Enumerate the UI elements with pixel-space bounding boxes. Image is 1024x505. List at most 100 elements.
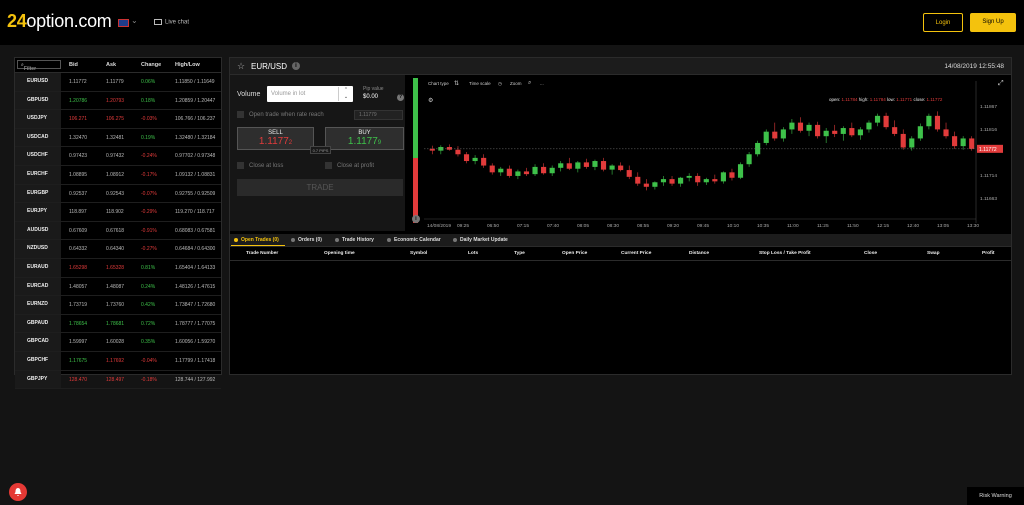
instrument-row[interactable]: GBPAUD 1.78654 1.78681 0.72% 1.78777 / 1.770… [15, 314, 221, 334]
login-button[interactable]: Login [923, 13, 963, 32]
instrument-row[interactable]: GBPJPY 128.470 128.497 -0.18% 128.744 / 127.… [15, 370, 221, 390]
candle-body [874, 115, 881, 123]
candle-body [626, 170, 632, 177]
x-tick-label: 07:15 [517, 223, 529, 229]
tab-open-trades[interactable]: Open Trades (0) [234, 237, 279, 243]
instrument-row[interactable]: USDJPY 106.271 106.275 -0.03% 106.766 / 106.… [15, 110, 221, 129]
instrument-row[interactable]: EURCAD 1.48057 1.48087 0.24% 1.48126 / 1.476… [15, 277, 221, 297]
price-chart[interactable]: Chart type ⇅ Time scale ◷ Zoom ⌕ ... ⚙ ⤢… [424, 75, 1009, 231]
instrument-ask: 1.60028 [106, 339, 125, 346]
col-lots[interactable]: Lots [468, 251, 478, 256]
instrument-row[interactable]: GBPUSD 1.20786 1.20793 0.18% 1.20859 / 1.204… [15, 91, 221, 111]
filter-input[interactable]: ⌕ Filter [17, 60, 61, 72]
instrument-row[interactable]: GBPCAD 1.59997 1.60028 0.35% 1.60056 / 1.592… [15, 333, 221, 352]
rate-input[interactable]: 1.11779 [354, 110, 403, 120]
buy-button[interactable]: BUY 1.11779 [325, 127, 404, 150]
candle-body [960, 138, 966, 147]
close-at-profit-label: Close at profit [337, 163, 375, 169]
brand-logo[interactable]: 24option.com [7, 11, 112, 32]
candle-body [712, 179, 718, 182]
candle-body [763, 131, 769, 143]
instrument-row[interactable]: EURGBP 0.92537 0.92543 -0.07% 0.92755 / 0.92… [15, 184, 221, 204]
tab-daily-market-update[interactable]: Daily Market Update [453, 237, 508, 243]
instrument-ask: 106.275 [106, 116, 125, 123]
instrument-row[interactable]: EURAUD 1.65298 1.65328 0.81% 1.65404 / 1.641… [15, 258, 221, 278]
candle-body [481, 157, 487, 166]
column-ask[interactable]: Ask [106, 62, 116, 68]
candle-body [823, 130, 829, 137]
col-trade-number[interactable]: Trade Number [246, 251, 278, 256]
instrument-high-low: 128.744 / 127.992 [175, 376, 216, 383]
tab-trade-history[interactable]: Trade History [335, 237, 374, 243]
star-icon[interactable]: ☆ [237, 61, 245, 72]
col-open-price[interactable]: Open Price [562, 251, 587, 256]
volume-stepper[interactable]: ⌃ ⌄ [338, 87, 353, 101]
signup-button[interactable]: Sign Up [970, 13, 1016, 32]
col-profit[interactable]: Profit [982, 251, 995, 256]
instrument-high-low: 106.766 / 106.237 [175, 116, 216, 123]
candle-body [969, 138, 975, 149]
instrument-symbol: EURAUD [15, 258, 61, 277]
pip-info-icon[interactable]: ? [397, 94, 404, 101]
sentiment-bar [413, 78, 418, 223]
open-trade-checkbox[interactable] [237, 111, 244, 118]
instrument-symbol: NZDUSD [15, 240, 61, 258]
instrument-row[interactable]: NZDUSD 0.64332 0.64340 -0.27% 0.64684 / 0.64… [15, 240, 221, 259]
sell-button[interactable]: SELL 1.11772 [237, 127, 314, 150]
tab-orders[interactable]: Orders (0) [291, 237, 322, 243]
col-close[interactable]: Close [864, 251, 877, 256]
candle-body [506, 168, 512, 176]
candle-body [772, 131, 778, 139]
tab-economic-calendar[interactable]: Economic Calendar [387, 237, 441, 243]
volume-label: Volume [237, 91, 261, 98]
candlestick-chart[interactable]: 1.11772 1.11867 1.11816 1.11714 1.11663 14/08… [424, 75, 1009, 231]
instrument-change: 0.81% [141, 264, 156, 271]
instrument-row[interactable]: AUDUSD 0.67609 0.67618 -0.91% 0.68083 / 0.67… [15, 221, 221, 241]
candle-body [515, 171, 521, 176]
instrument-symbol: EURCAD [15, 277, 61, 296]
instrument-row[interactable]: USDCHF 0.97423 0.97432 -0.24% 0.97702 / 0.97… [15, 147, 221, 166]
instrument-row[interactable]: EURCHF 1.08895 1.08912 -0.17% 1.09132 / 1.08… [15, 165, 221, 185]
instrument-bid: 1.78654 [69, 320, 88, 327]
live-chat-link[interactable]: Live chat [154, 19, 189, 26]
col-distance[interactable]: Distance [689, 251, 709, 256]
close-at-profit-checkbox[interactable] [325, 162, 332, 169]
candle-body [455, 149, 461, 155]
trade-button[interactable]: TRADE [237, 179, 403, 196]
col-symbol[interactable]: Symbol [410, 251, 427, 256]
instrument-bid: 106.271 [69, 116, 88, 123]
x-tick-label: 09:45 [697, 223, 709, 229]
instrument-row[interactable]: EURJPY 118.897 118.902 -0.29% 119.270 / 118.… [15, 203, 221, 222]
col-type[interactable]: Type [514, 251, 525, 256]
instrument-change: -0.17% [141, 171, 157, 178]
instrument-row[interactable]: EURNZD 1.73719 1.73760 0.42% 1.73847 / 1.726… [15, 296, 221, 315]
notification-bell-icon[interactable] [9, 483, 27, 501]
info-icon[interactable]: i [292, 62, 300, 70]
risk-warning-link[interactable]: Risk Warning [967, 487, 1024, 505]
instrument-bid: 1.20786 [69, 97, 88, 104]
candle-body [600, 161, 607, 170]
col-swap[interactable]: Swap [927, 251, 940, 256]
col-current-price[interactable]: Current Price [621, 251, 651, 256]
candle-body [806, 124, 812, 131]
instrument-symbol: GBPAUD [15, 314, 61, 333]
candle-body [643, 183, 649, 187]
candle-body [952, 136, 958, 147]
column-bid[interactable]: Bid [69, 62, 78, 68]
trades-table-header: Trade Number Opening time Symbol Lots Ty… [230, 248, 1011, 261]
close-at-loss-checkbox[interactable] [237, 162, 244, 169]
panel-datetime: 14/08/2019 12:55:48 [944, 63, 1004, 70]
column-change[interactable]: Change [141, 62, 161, 68]
instrument-row[interactable]: EURUSD 1.11772 1.11779 0.06% 1.11850 / 1.116… [15, 73, 221, 92]
sentiment-info-icon[interactable]: i [412, 215, 420, 223]
instrument-ask: 0.92543 [106, 190, 125, 197]
instrument-row[interactable]: USDCAD 1.32470 1.32481 0.19% 1.32480 / 1.321… [15, 128, 221, 148]
column-high-low[interactable]: High/Low [175, 62, 200, 68]
col-opening-time[interactable]: Opening time [324, 251, 355, 256]
uk-flag-icon[interactable] [118, 19, 129, 27]
instrument-row[interactable]: GBPCHF 1.17675 1.17692 -0.04% 1.17799 / 1.17… [15, 351, 221, 371]
candle-body [934, 115, 941, 130]
chevron-down-icon[interactable]: ⌄ [131, 16, 138, 25]
chat-icon [154, 19, 162, 25]
col-sl-tp[interactable]: Stop Loss / Take Profit [759, 251, 811, 256]
